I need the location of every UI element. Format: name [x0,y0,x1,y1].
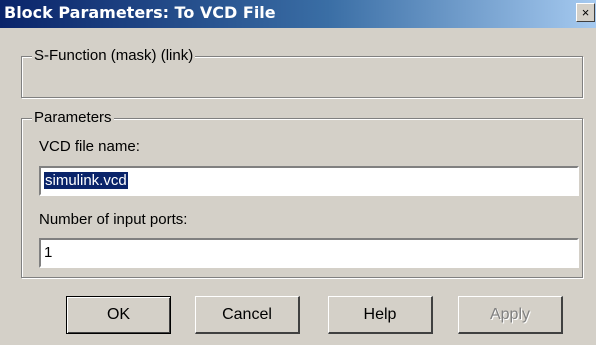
input-ports-label: Number of input ports: [39,211,188,228]
vcd-file-name-label: VCD file name: [39,138,140,155]
title-bar[interactable]: Block Parameters: To VCD File × [0,0,596,28]
parameters-legend: Parameters [32,109,114,127]
window-title: Block Parameters: To VCD File [4,3,276,22]
vcd-file-name-value: simulink.vcd [44,172,128,189]
apply-button[interactable]: Apply [458,296,563,334]
input-ports-value: 1 [44,244,53,261]
sfunction-legend: S-Function (mask) (link) [32,47,196,65]
vcd-file-name-input[interactable]: simulink.vcd [39,166,579,196]
input-ports-input[interactable]: 1 [39,238,579,268]
sfunction-groupbox: S-Function (mask) (link) [21,47,583,98]
close-icon[interactable]: × [576,3,595,22]
cancel-button[interactable]: Cancel [195,296,300,334]
help-button[interactable]: Help [328,296,433,334]
ok-button[interactable]: OK [66,296,171,334]
block-parameters-dialog: Block Parameters: To VCD File × S-Functi… [0,0,596,345]
